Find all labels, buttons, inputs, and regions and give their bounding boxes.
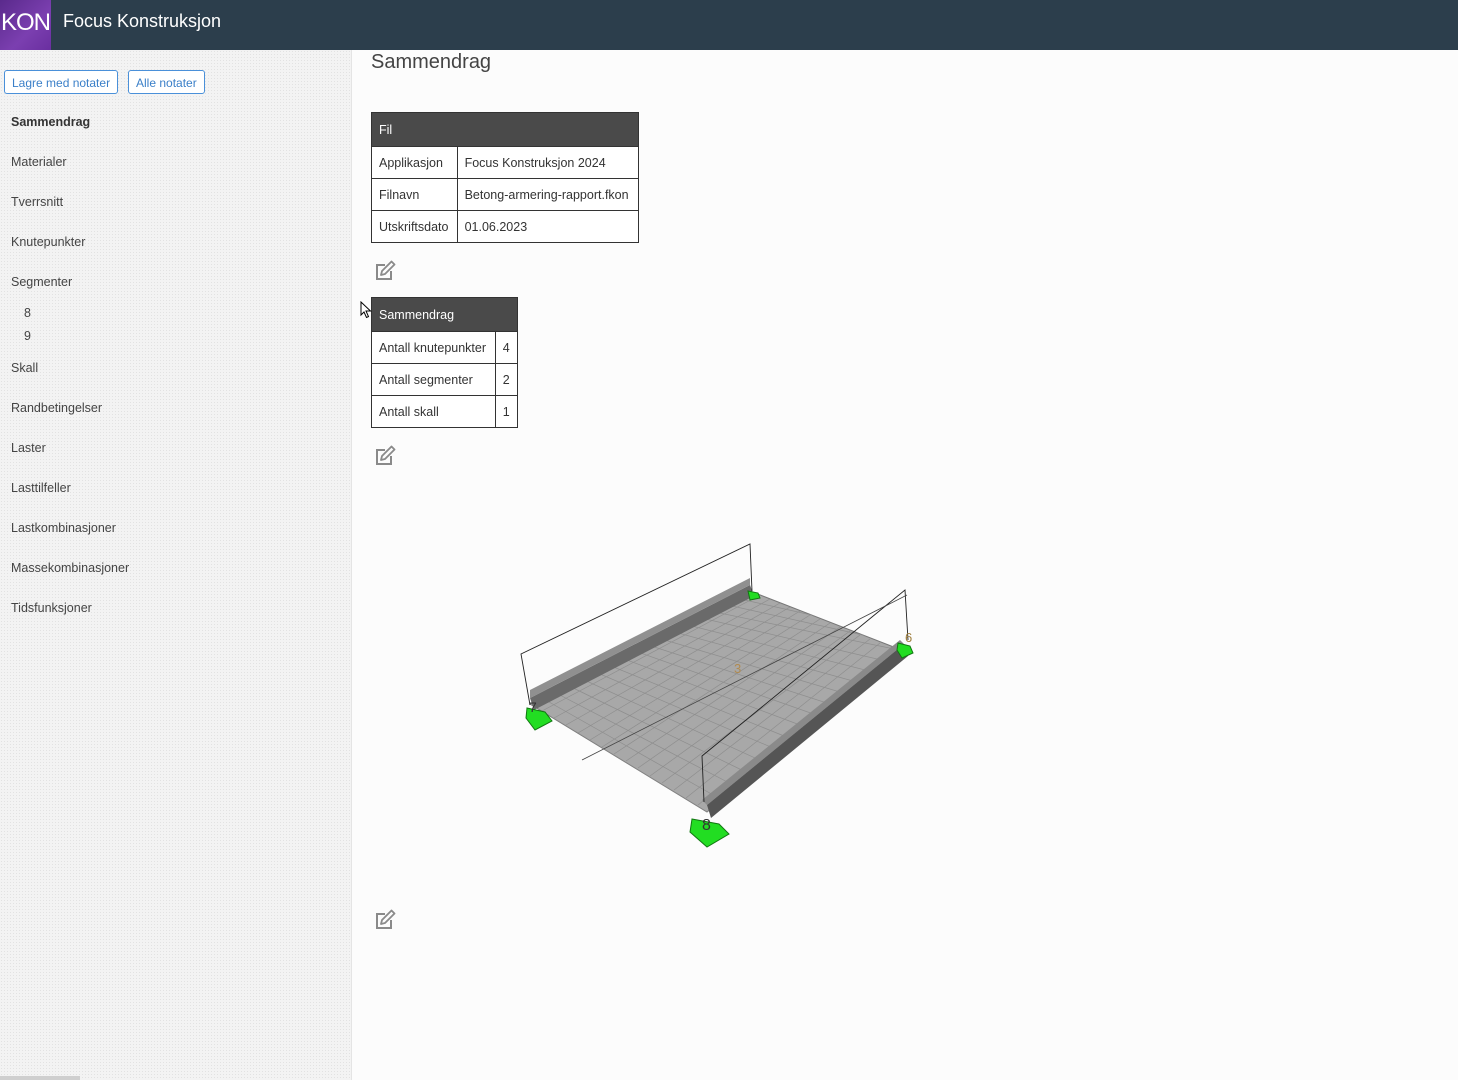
page-title: Sammendrag <box>371 51 492 73</box>
mouse-cursor-icon <box>360 301 372 319</box>
sidebar-item-lasttilfeller[interactable]: Lasttilfeller <box>11 481 71 495</box>
sidebar-item-tidsfunksjoner[interactable]: Tidsfunksjoner <box>11 601 92 615</box>
table-row: Antall skall 1 <box>371 395 519 428</box>
table-cell-value: 01.06.2023 <box>456 210 640 243</box>
file-table: Fil Applikasjon Focus Konstruksjon 2024 … <box>371 112 640 243</box>
table-row: Applikasjon Focus Konstruksjon 2024 <box>371 146 640 179</box>
sidebar-scrollbar[interactable] <box>0 1076 80 1080</box>
sidebar-item-skall[interactable]: Skall <box>11 361 38 375</box>
table-cell-key: Antall skall <box>371 395 496 428</box>
table-cell-value: 2 <box>494 363 519 396</box>
sidebar-item-sammendrag[interactable]: Sammendrag <box>11 115 90 129</box>
table-cell-value: 1 <box>494 395 519 428</box>
sidebar-item-lastkombinasjoner[interactable]: Lastkombinasjoner <box>11 521 116 535</box>
table-cell-key: Utskriftsdato <box>371 210 458 243</box>
top-bar: KON Focus Konstruksjon <box>0 0 1458 50</box>
file-table-header: Fil <box>371 112 639 147</box>
table-row: Antall segmenter 2 <box>371 363 519 396</box>
sidebar-subitem-segment-9[interactable]: 9 <box>24 329 31 343</box>
sidebar-item-laster[interactable]: Laster <box>11 441 46 455</box>
table-cell-value: Focus Konstruksjon 2024 <box>456 146 640 179</box>
table-row: Utskriftsdato 01.06.2023 <box>371 210 640 243</box>
sidebar-item-knutepunkter[interactable]: Knutepunkter <box>11 235 85 249</box>
sidebar-item-segmenter[interactable]: Segmenter <box>11 275 72 289</box>
sidebar: Lagre med notater Alle notater Sammendra… <box>0 50 352 1080</box>
save-with-notes-button[interactable]: Lagre med notater <box>4 70 119 94</box>
app-logo: KON <box>0 0 51 50</box>
table-cell-value: 4 <box>494 331 519 364</box>
sidebar-subitem-segment-8[interactable]: 8 <box>24 306 31 320</box>
app-title: Focus Konstruksjon <box>63 11 222 31</box>
sidebar-item-massekombinasjoner[interactable]: Massekombinasjoner <box>11 561 129 575</box>
edit-note-icon[interactable] <box>373 908 397 932</box>
sidebar-item-materialer[interactable]: Materialer <box>11 155 67 169</box>
edit-note-icon[interactable] <box>373 444 397 468</box>
node-label-8: 8 <box>702 817 711 834</box>
main-content: Sammendrag Fil Applikasjon Focus Konstru… <box>352 50 1458 1080</box>
table-row: Antall knutepunkter 4 <box>371 331 519 364</box>
model-3d-view[interactable]: 7 8 6 3 <box>482 520 1082 880</box>
sidebar-item-randbetingelser[interactable]: Randbetingelser <box>11 401 102 415</box>
shell-label-3: 3 <box>734 661 741 676</box>
sidebar-item-tverrsnitt[interactable]: Tverrsnitt <box>11 195 63 209</box>
file-table-header-row: Fil <box>371 112 639 147</box>
table-row: Filnavn Betong-armering-rapport.fkon <box>371 178 640 211</box>
all-notes-button[interactable]: Alle notater <box>128 70 205 94</box>
support-node-5 <box>747 590 761 601</box>
table-cell-key: Filnavn <box>371 178 458 211</box>
edit-note-icon[interactable] <box>373 259 397 283</box>
table-cell-value: Betong-armering-rapport.fkon <box>456 178 640 211</box>
table-cell-key: Antall segmenter <box>371 363 496 396</box>
table-cell-key: Applikasjon <box>371 146 458 179</box>
table-cell-key: Antall knutepunkter <box>371 331 496 364</box>
node-label-7: 7 <box>529 699 537 715</box>
summary-table-header: Sammendrag <box>371 297 518 332</box>
summary-table: Sammendrag Antall knutepunkter 4 Antall … <box>371 297 519 428</box>
node-label-6: 6 <box>905 630 912 645</box>
summary-table-header-row: Sammendrag <box>371 297 518 332</box>
